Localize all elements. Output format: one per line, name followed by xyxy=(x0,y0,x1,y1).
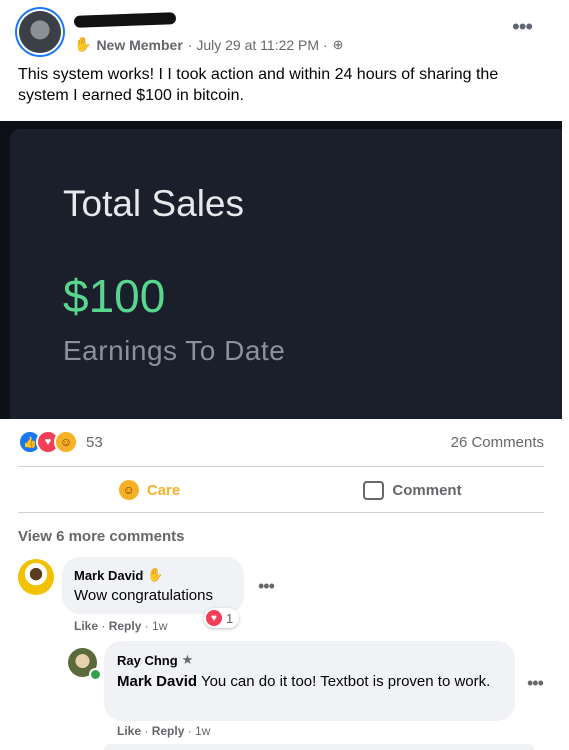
redacted-author-name xyxy=(73,12,177,28)
comment-actions: Like · Reply · 1w xyxy=(74,619,168,633)
divider xyxy=(18,466,544,467)
reply-more-icon[interactable]: ••• xyxy=(527,673,544,694)
online-status-icon xyxy=(89,668,102,681)
post-actions: ☺ Care Comment xyxy=(18,474,544,506)
comment-label: Comment xyxy=(392,481,462,499)
post-image[interactable]: Total Sales $100 Earnings To Date xyxy=(0,121,562,419)
globe-icon: ⊕ xyxy=(332,36,344,52)
care-icon: ☺ xyxy=(118,480,139,500)
post-timestamp[interactable]: · July 29 at 11:22 PM · xyxy=(188,37,328,53)
new-member-hand-icon: ✋ xyxy=(147,567,164,582)
card-title: Total Sales xyxy=(63,183,244,224)
view-more-comments[interactable]: View 6 more comments xyxy=(18,528,184,545)
sales-card: Total Sales $100 Earnings To Date xyxy=(10,129,562,419)
reply-body: You can do it too! Textbot is proven to … xyxy=(197,673,491,690)
commenter-avatar[interactable] xyxy=(18,559,54,595)
comment-like-link[interactable]: Like xyxy=(74,619,98,633)
new-member-hand-icon: ✋ xyxy=(74,36,92,52)
comment-author-name[interactable]: Mark David xyxy=(74,568,143,583)
comment-author[interactable]: Mark David ✋ xyxy=(74,567,164,583)
reply-reply-link[interactable]: Reply xyxy=(152,724,185,738)
comment-bubble xyxy=(62,557,244,614)
comment-reaction-count: 1 xyxy=(226,610,234,626)
post-meta: ✋ New Member · July 29 at 11:22 PM · ⊕ xyxy=(74,36,344,53)
care-button[interactable]: ☺ Care xyxy=(18,474,281,506)
care-label: Care xyxy=(146,481,181,499)
reply-actions: Like · Reply · 1w xyxy=(117,724,211,738)
reply-time[interactable]: 1w xyxy=(195,724,210,738)
comment-button[interactable]: Comment xyxy=(281,474,544,506)
next-comment-bubble-edge xyxy=(104,744,534,750)
post-text: This system works! I I took action and w… xyxy=(18,66,499,104)
love-reaction-icon: ♥ xyxy=(206,610,222,626)
reply-author-name[interactable]: Ray Chng xyxy=(117,653,178,668)
care-reaction-icon: ☺ xyxy=(54,430,78,454)
card-amount: $100 xyxy=(63,270,166,322)
member-badge: New Member xyxy=(96,36,183,53)
comment-reply-link[interactable]: Reply xyxy=(109,619,142,633)
comment-more-icon[interactable]: ••• xyxy=(258,576,275,597)
comment-time[interactable]: 1w xyxy=(152,619,167,633)
divider xyxy=(18,512,544,513)
comment-icon xyxy=(363,480,385,500)
reaction-summary[interactable]: 👍 ♥ ☺ 53 xyxy=(18,430,103,454)
star-badge-icon: ★ xyxy=(181,652,194,667)
reply-mention[interactable]: Mark David xyxy=(117,673,197,690)
comments-count[interactable]: 26 Comments xyxy=(451,434,544,451)
reply-like-link[interactable]: Like xyxy=(117,724,141,738)
card-subtitle: Earnings To Date xyxy=(63,335,286,366)
reaction-count: 53 xyxy=(86,433,103,451)
post-more-icon[interactable]: ••• xyxy=(512,14,533,40)
reply-text: Mark David You can do it too! Textbot is… xyxy=(117,671,507,692)
comment-text: Wow congratulations xyxy=(74,587,213,604)
comment-reaction-badge[interactable]: ♥ 1 xyxy=(204,608,240,628)
poster-avatar[interactable] xyxy=(19,11,61,53)
reply-author[interactable]: Ray Chng ★ xyxy=(117,652,193,668)
